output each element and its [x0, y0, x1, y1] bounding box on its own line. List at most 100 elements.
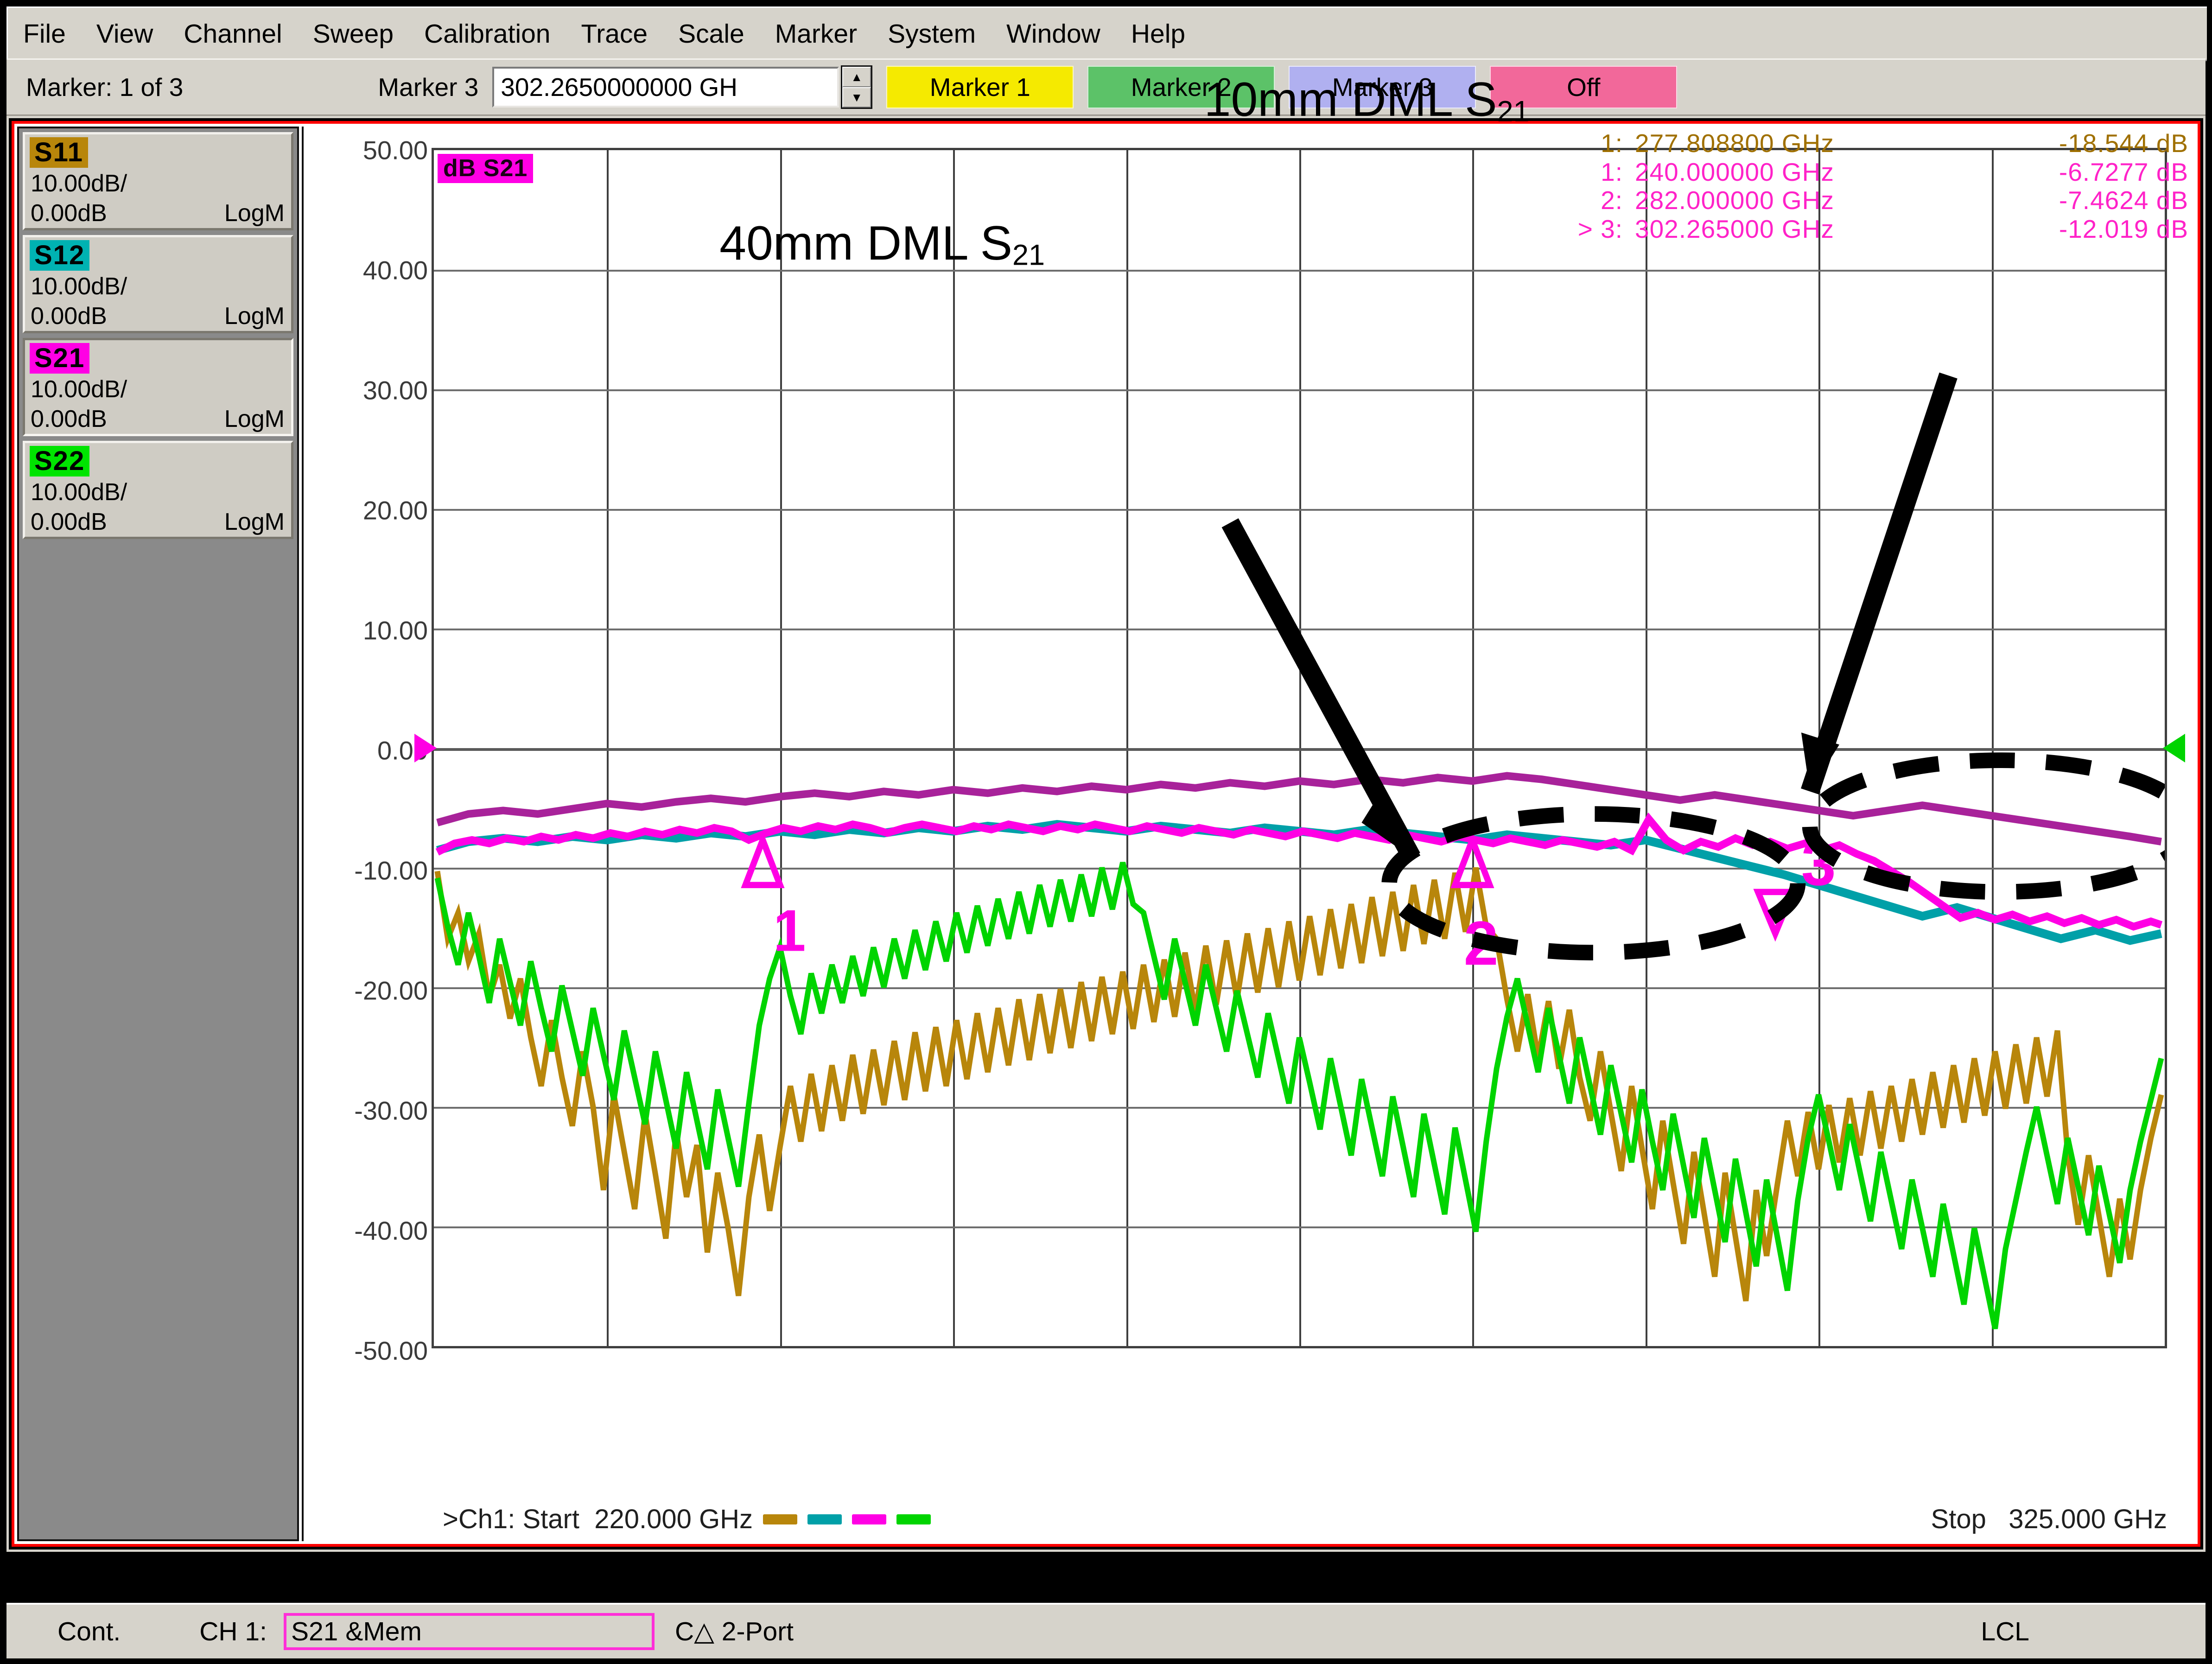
trace-card-s12[interactable]: S12 10.00dB/ 0.00dB LogM: [23, 235, 293, 333]
menu-item-view[interactable]: View: [83, 20, 166, 47]
measurement-display: S11 10.00dB/ 0.00dB LogM S12 10.00dB/ 0.…: [6, 73, 2206, 1552]
marker-1-button[interactable]: Marker 1: [886, 66, 1074, 108]
trace-tag-s12: S12: [30, 240, 90, 271]
reference-marker-left-icon: [414, 734, 437, 762]
stop-frequency: 325.000 GHz: [2009, 1504, 2167, 1534]
trace-s22-scale: 10.00dB/: [31, 479, 127, 506]
legend-swatch-s12: [807, 1514, 842, 1524]
trace-curves: [434, 772, 2164, 1329]
y-tick-10: 10.00: [362, 616, 428, 645]
marker-readout-id: 1:: [1601, 157, 1623, 186]
annotation-10mm-main: 10mm DML S: [1204, 73, 1497, 127]
annotation-10mm-sub: 21: [1497, 95, 1530, 128]
y-tick-20: 20.00: [362, 495, 428, 525]
marker-readout-row: 1: 240.000000 GHz -6.7277 dB: [1539, 158, 2188, 187]
menu-item-file[interactable]: File: [10, 20, 79, 47]
status-trace-box[interactable]: S21 &Mem: [283, 1613, 655, 1650]
trace-s11-format: LogM: [224, 200, 285, 227]
trace-tag-s21: S21: [30, 343, 90, 374]
stop-frequency-label: Stop 325.000 GHz: [1931, 1504, 2167, 1535]
marker-readout-value: -18.544 dB: [2059, 129, 2188, 158]
y-axis: 50.00 40.00 30.00 20.00 10.00 0.00 -10.0…: [304, 127, 432, 1541]
vna-application-window: File View Channel Sweep Calibration Trac…: [0, 0, 2212, 1664]
y-tick-50: 50.00: [362, 135, 428, 165]
trace-card-s22[interactable]: S22 10.00dB/ 0.00dB LogM: [23, 441, 293, 539]
annotation-40mm-sub: 21: [1012, 239, 1045, 272]
channel-start-label: >Ch1: Start 220.000 GHz: [443, 1504, 931, 1535]
status-lock-indicator: LCL: [1981, 1617, 2029, 1646]
trace-card-s21[interactable]: S21 10.00dB/ 0.00dB LogM: [23, 338, 293, 436]
annotation-40mm-dml: 40mm DML S21: [719, 216, 1045, 272]
start-frequency: 220.000 GHz: [594, 1504, 753, 1534]
marker-readout-freq: 282.000000 GHz: [1635, 186, 1834, 215]
plot-grid[interactable]: dB S21 1 2 3 40mm DML S21 10mm DML S21: [414, 73, 2185, 1348]
menu-item-channel[interactable]: Channel: [171, 20, 295, 47]
marker-readout-id: 1:: [1601, 129, 1623, 158]
trace-list-panel: S11 10.00dB/ 0.00dB LogM S12 10.00dB/ 0.…: [17, 127, 299, 1541]
marker-toolbar: Marker: 1 of 3 Marker 3 302.2650000000 G…: [6, 58, 2206, 116]
marker-readout-row-active: > 3: 302.265000 GHz -12.019 dB: [1539, 215, 2188, 244]
menu-item-trace[interactable]: Trace: [568, 20, 661, 47]
stepper-down-icon[interactable]: ▼: [842, 87, 871, 108]
marker-readout-id: 2:: [1601, 186, 1623, 215]
menu-item-sweep[interactable]: Sweep: [300, 20, 407, 47]
marker-readout-row: 2: 282.000000 GHz -7.4624 dB: [1539, 186, 2188, 215]
annotation-10mm-dml: 10mm DML S21: [1204, 72, 1530, 128]
trace-tag-s22: S22: [30, 446, 90, 476]
marker-readout-freq: 240.000000 GHz: [1635, 157, 1834, 186]
stepper-up-icon[interactable]: ▲: [842, 67, 871, 87]
graph-area: 50.00 40.00 30.00 20.00 10.00 0.00 -10.0…: [302, 73, 2195, 1541]
trace-s22-format: LogM: [224, 508, 285, 535]
marker-readout-value: -12.019 dB: [2059, 214, 2188, 243]
trace-s21-format: LogM: [224, 406, 285, 432]
status-sweep-mode: Cont.: [57, 1617, 121, 1646]
menu-item-help[interactable]: Help: [1118, 20, 1198, 47]
trace-s12-scale: 10.00dB/: [31, 273, 127, 300]
marker-readout-value: -7.4624 dB: [2059, 186, 2188, 215]
marker-frequency-stepper[interactable]: ▲ ▼: [841, 65, 873, 109]
status-channel: CH 1:: [199, 1617, 267, 1646]
marker-readout-id: > 3:: [1577, 214, 1623, 243]
marker-status-label: Marker: 1 of 3: [26, 73, 184, 102]
y-tick-40: 40.00: [362, 255, 428, 285]
trace-s12-ref: 0.00dB: [31, 303, 107, 330]
menu-item-calibration[interactable]: Calibration: [411, 20, 563, 47]
trace-s11-scale: 10.00dB/: [31, 170, 127, 197]
marker-readout-freq: 277.808800 GHz: [1635, 129, 1834, 158]
annotation-40mm-main: 40mm DML S: [719, 216, 1012, 270]
trace-s22-ref: 0.00dB: [31, 508, 107, 535]
y-tick-neg30: -30.00: [354, 1096, 428, 1125]
status-cal-state: C△ 2-Port: [674, 1617, 794, 1646]
menu-item-scale[interactable]: Scale: [665, 20, 757, 47]
trace-curve-s22: [434, 862, 2164, 1329]
marker-readout-row: 1: 277.808800 GHz -18.544 dB: [1539, 129, 2188, 158]
marker-frequency-input[interactable]: 302.2650000000 GH: [492, 67, 839, 108]
status-bar: Cont. CH 1: S21 &Mem C△ 2-Port LCL: [6, 1603, 2206, 1658]
display-active-border: S11 10.00dB/ 0.00dB LogM S12 10.00dB/ 0.…: [12, 73, 2200, 1547]
trace-s21-scale: 10.00dB/: [31, 376, 127, 403]
trace-card-s11[interactable]: S11 10.00dB/ 0.00dB LogM: [23, 132, 293, 230]
trace-s12-format: LogM: [224, 303, 285, 330]
legend-swatch-s22: [896, 1514, 931, 1524]
marker-readout-value: -6.7277 dB: [2059, 157, 2188, 186]
y-tick-neg40: -40.00: [354, 1216, 428, 1245]
trace-tag-s11: S11: [30, 137, 88, 168]
trace-s11-ref: 0.00dB: [31, 200, 107, 227]
status-trace-label: S21 &Mem: [291, 1617, 422, 1646]
reference-marker-right-icon: [2163, 734, 2185, 762]
menu-item-window[interactable]: Window: [993, 20, 1113, 47]
menu-item-system[interactable]: System: [875, 20, 989, 47]
marker-frequency-value: 302.2650000000 GH: [501, 73, 738, 102]
y-tick-30: 30.00: [362, 375, 428, 405]
legend-swatch-s21: [852, 1514, 886, 1524]
marker-readout-freq: 302.265000 GHz: [1635, 214, 1834, 243]
menu-bar: File View Channel Sweep Calibration Trac…: [6, 6, 2207, 61]
marker-readout-table: 1: 277.808800 GHz -18.544 dB 1: 240.0000…: [1539, 129, 2188, 243]
trace-s21-ref: 0.00dB: [31, 406, 107, 432]
y-tick-neg10: -10.00: [354, 856, 428, 885]
y-tick-neg20: -20.00: [354, 976, 428, 1005]
active-marker-label: Marker 3: [378, 73, 479, 102]
menu-item-marker[interactable]: Marker: [762, 20, 870, 47]
channel-label: >Ch1: Start: [443, 1504, 579, 1534]
y-tick-neg50: -50.00: [354, 1336, 428, 1365]
